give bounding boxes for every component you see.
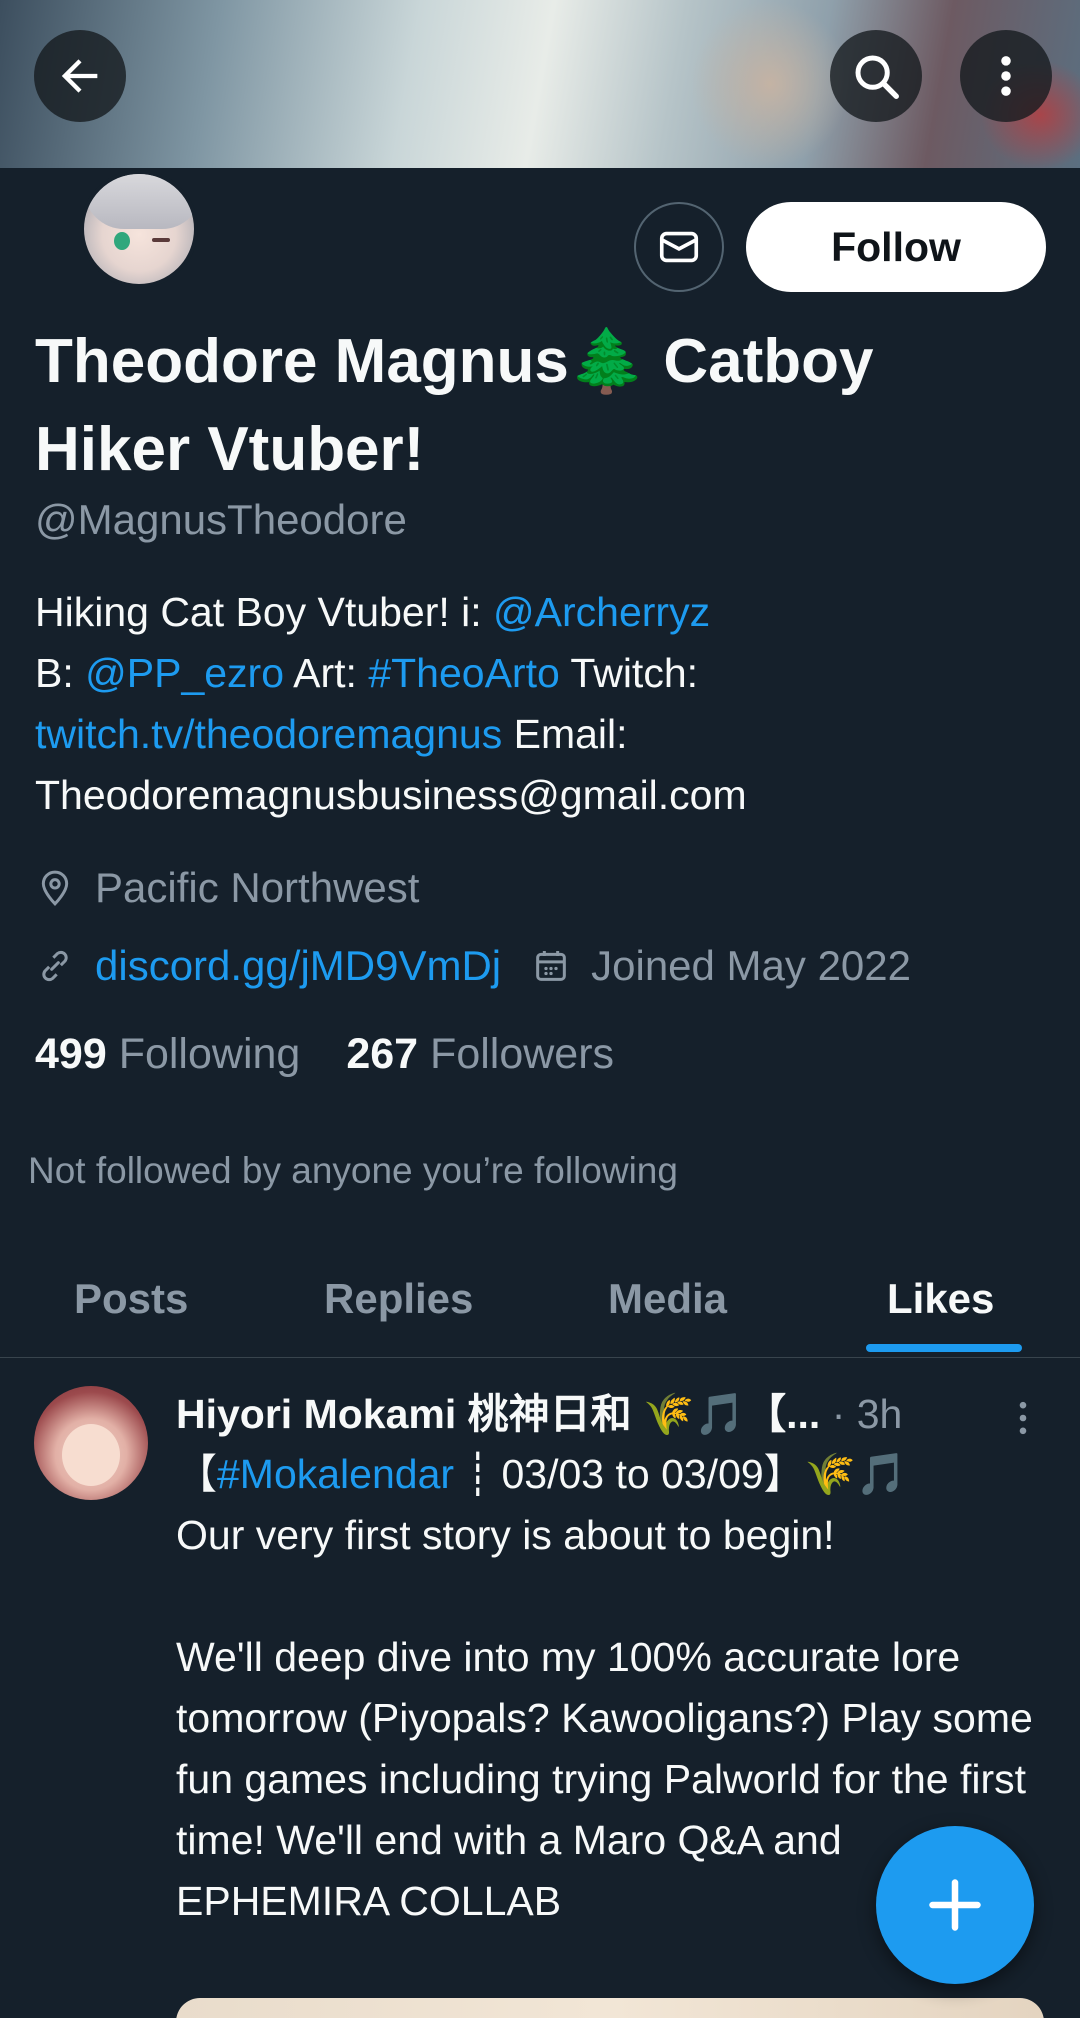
joined-date: Joined May 2022 — [591, 942, 912, 989]
post-media-preview[interactable] — [176, 1998, 1044, 2018]
bio-text: B: — [35, 650, 86, 696]
profile-avatar[interactable] — [80, 170, 198, 288]
following-link[interactable]: 499 Following — [35, 1030, 300, 1079]
more-options-button[interactable] — [960, 30, 1052, 122]
profile-website-joined-row: discord.gg/jMD9VmDj Joined May 2022 — [35, 942, 911, 990]
tab-media[interactable]: Media — [608, 1240, 727, 1358]
search-icon — [855, 55, 899, 99]
message-button[interactable] — [634, 202, 724, 292]
plus-icon — [929, 1879, 981, 1931]
bio-mention-pp-ezro[interactable]: @PP_ezro — [85, 650, 284, 696]
profile-website-link[interactable]: discord.gg/jMD9VmDj — [95, 942, 501, 990]
active-tab-indicator — [866, 1344, 1022, 1352]
post-hashtag-mokalendar[interactable]: #Mokalendar — [217, 1451, 454, 1497]
tab-likes[interactable]: Likes — [887, 1240, 994, 1358]
location-pin-icon — [41, 870, 69, 906]
bio-twitch-link[interactable]: twitch.tv/theodoremagnus — [35, 711, 502, 757]
post-author-avatar[interactable] — [34, 1386, 148, 1500]
profile-bio: Hiking Cat Boy Vtuber! i: @Archerryz B: … — [35, 582, 1055, 826]
post-text-segment: ┊ 03/03 to 03/09】🌾🎵 — [454, 1451, 907, 1497]
profile-tabs: Posts Replies Media Likes — [0, 1240, 1080, 1358]
bio-text: Art: — [284, 650, 369, 696]
location-text: Pacific Northwest — [95, 864, 420, 911]
following-label: Following — [118, 1030, 301, 1078]
banner-art — [690, 0, 850, 168]
calendar-icon — [536, 951, 566, 981]
tab-posts[interactable]: Posts — [74, 1240, 188, 1358]
bio-mention-archerryz[interactable]: @Archerryz — [493, 589, 710, 635]
post-more-icon[interactable] — [1010, 1396, 1036, 1440]
search-button[interactable] — [830, 30, 922, 122]
profile-handle: @MagnusTheodore — [35, 496, 407, 543]
arrow-left-icon — [61, 59, 98, 93]
followers-label: Followers — [430, 1030, 615, 1078]
profile-location: Pacific Northwest — [35, 864, 419, 912]
more-vertical-icon — [1001, 56, 1011, 96]
not-followed-notice: Not followed by anyone you’re following — [28, 1150, 678, 1191]
followers-link[interactable]: 267 Followers — [346, 1030, 614, 1079]
bio-email: Theodoremagnusbusiness@gmail.com — [35, 772, 747, 818]
post-text-segment: 【 — [176, 1451, 217, 1497]
bio-text: Twitch: — [559, 650, 699, 696]
follow-counts: 499 Following 267 Followers — [35, 1030, 614, 1079]
bio-text: Email: — [502, 711, 628, 757]
followers-count: 267 — [346, 1030, 419, 1078]
back-button[interactable] — [34, 30, 126, 122]
following-count: 499 — [35, 1030, 107, 1078]
bio-hashtag-theoarto[interactable]: #TheoArto — [368, 650, 559, 696]
post-author-name[interactable]: Hiyori Mokami 桃神日和 🌾🎵【... — [176, 1391, 820, 1437]
follow-button[interactable]: Follow — [746, 202, 1046, 292]
bio-text: Hiking Cat Boy Vtuber! i: — [35, 589, 494, 635]
profile-name: Theodore Magnus🌲 Catboy Hiker Vtuber! — [35, 327, 874, 484]
link-icon — [42, 950, 68, 982]
compose-post-button[interactable] — [876, 1826, 1034, 1984]
post-header: Hiyori Mokami 桃神日和 🌾🎵【... · 3h — [176, 1384, 1036, 1444]
post-timestamp: · 3h — [831, 1391, 903, 1437]
mail-icon — [659, 231, 699, 263]
tab-replies[interactable]: Replies — [324, 1240, 473, 1358]
